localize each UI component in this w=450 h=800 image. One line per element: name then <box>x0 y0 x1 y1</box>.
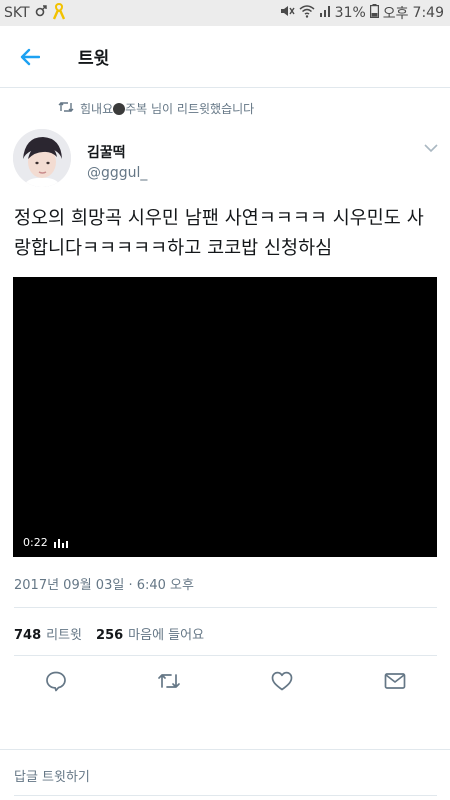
signal-icon <box>319 5 331 21</box>
retweet-context-icon <box>58 101 74 116</box>
carrier-label: SKT <box>4 5 30 21</box>
header: 트윗 <box>0 26 450 88</box>
reply-button[interactable] <box>44 668 68 694</box>
gender-symbol-icon <box>35 5 47 21</box>
chevron-down-icon <box>424 143 438 152</box>
page-title: 트윗 <box>78 49 110 69</box>
yellow-ribbon-icon <box>52 2 66 24</box>
reply-input[interactable]: 답글 트윗하기 <box>14 766 90 785</box>
wifi-icon <box>299 4 315 22</box>
tweet-options-button[interactable] <box>420 139 442 157</box>
divider <box>14 795 437 796</box>
retweet-context-text: 주복 님이 리트윗했습니다 <box>125 102 255 116</box>
status-right: 31% 오후 7:49 <box>279 3 444 23</box>
status-time: 7:49 <box>412 5 444 21</box>
retweeter-name-part: 힘내요 <box>80 102 114 116</box>
battery-icon <box>369 4 379 22</box>
avatar[interactable] <box>13 129 71 187</box>
retweeter-emoji-icon <box>113 102 126 115</box>
tweet-text: 정오의 희망곡 시우민 남팬 사연ㅋㅋㅋㅋ 시우민도 사랑합니다ㅋㅋㅋㅋㅋ하고 … <box>14 208 424 259</box>
divider <box>14 655 437 656</box>
video-duration: 0:22 <box>23 536 48 549</box>
retweets-stat[interactable]: 748 리트윗 <box>14 624 82 643</box>
status-bar: SKT 31% 오후 7:49 <box>0 0 450 26</box>
video-player[interactable]: 0:22 <box>13 277 437 557</box>
tweet-actions <box>14 668 437 698</box>
audio-bars-icon <box>53 538 68 548</box>
retweet-button[interactable] <box>157 668 181 694</box>
retweets-label: 리트윗 <box>46 628 83 643</box>
share-mail-icon <box>384 673 406 689</box>
tweet-timestamp: 2017년 09월 03일 · 6:40 오후 <box>14 578 194 593</box>
back-button[interactable] <box>0 26 60 88</box>
status-left: SKT <box>4 2 66 24</box>
battery-percent: 31% <box>334 5 366 21</box>
video-time-overlay: 0:22 <box>23 536 70 549</box>
share-button[interactable] <box>383 668 407 694</box>
section-divider <box>0 722 450 750</box>
likes-label: 마음에 들어요 <box>128 628 205 643</box>
arrow-left-icon <box>20 48 40 65</box>
like-heart-icon <box>271 671 293 691</box>
retweet-context[interactable]: 힘내요 주복 님이 리트윗했습니다 <box>58 100 254 117</box>
retweets-count: 748 <box>14 628 42 643</box>
mute-icon <box>279 4 295 22</box>
time-prefix: 오후 <box>382 6 409 22</box>
author-display-name[interactable]: 김꿀떡 <box>87 142 126 162</box>
divider <box>14 607 437 608</box>
retweet-icon <box>158 674 180 688</box>
reply-icon <box>46 671 66 692</box>
tweet-stats: 748 리트윗 256 마음에 들어요 <box>14 624 218 643</box>
likes-count: 256 <box>96 628 124 643</box>
author-handle[interactable]: @gggul_ <box>87 165 147 181</box>
like-button[interactable] <box>270 668 294 694</box>
likes-stat[interactable]: 256 마음에 들어요 <box>96 624 204 643</box>
